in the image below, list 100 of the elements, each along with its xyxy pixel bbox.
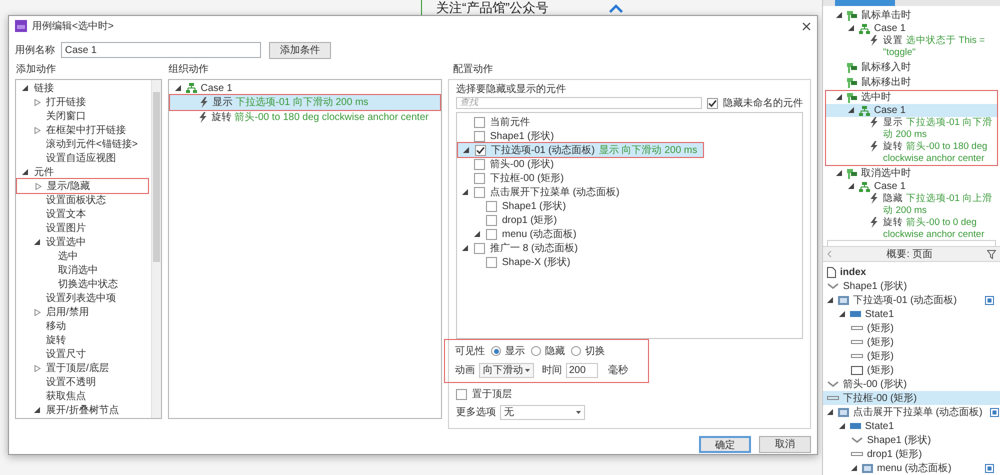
action-item[interactable]: 置于顶层/底层 [16,361,149,375]
action-row[interactable]: 显示 下拉选项-01 向下滑动 200 ms [170,95,440,110]
ok-button[interactable]: 确定 [699,436,751,453]
action-item[interactable]: 设置选中 [16,235,149,249]
add-condition-button[interactable]: 添加条件 [269,42,331,58]
widget-item[interactable]: 箭头-00 (形状) [457,157,802,171]
scrollbar-thumb[interactable] [152,92,160,262]
search-field[interactable]: 查找 [456,97,702,109]
outline-item[interactable]: (矩形) [823,321,1000,335]
action-item[interactable]: 展开/折叠树节点 [16,403,149,417]
checkbox[interactable] [475,144,486,156]
time-field[interactable]: 200 [566,362,598,378]
action-item[interactable]: 设置自适应视图 [16,151,149,165]
radio-button[interactable] [531,346,541,356]
checkbox[interactable] [474,116,485,128]
action-item[interactable]: 取消选中 [16,263,149,277]
outline-item[interactable]: State1 [823,419,1000,433]
action-item[interactable]: 关闭窗口 [16,109,149,123]
close-icon[interactable] [802,22,811,30]
widget-item[interactable]: 推广一 8 (动态面板) [457,241,802,255]
event-item[interactable]: 选中时 [826,91,997,104]
expanded-triangle-icon[interactable] [22,168,29,176]
case-item[interactable]: Case 1 [826,22,997,35]
expanded-triangle-icon[interactable] [836,94,843,101]
expanded-triangle-icon[interactable] [851,464,858,472]
outline-item[interactable]: 下拉选项-01 (动态面板) [823,293,1000,307]
expanded-triangle-icon[interactable] [463,146,470,154]
checkbox[interactable] [486,214,497,226]
outline-item[interactable]: index [823,265,1000,279]
widget-item[interactable]: drop1 (矩形) [457,213,802,227]
action-item[interactable]: 设置图片 [16,221,149,235]
scrollbar[interactable] [150,80,161,418]
outline-item[interactable]: 下拉框-00 (矩形) [823,391,1000,405]
action-item[interactable]: 链接 [16,81,149,95]
expanded-triangle-icon[interactable] [462,188,469,196]
cancel-button[interactable]: 取消 [759,436,811,453]
action-item[interactable]: 切换选中状态 [16,277,149,291]
checkbox[interactable] [474,172,485,184]
case-name-field[interactable]: Case 1 [61,42,261,58]
widget-item[interactable]: 当前元件 [457,115,802,129]
expanded-triangle-icon[interactable] [848,107,855,114]
action-item[interactable]: 获取焦点 [16,389,149,403]
outline-item[interactable]: drop1 (矩形) [823,447,1000,461]
animation-dropdown[interactable]: 向下滑动 [479,362,534,378]
expanded-triangle-icon[interactable] [34,238,41,246]
expanded-triangle-icon[interactable] [839,310,846,318]
radio-button[interactable] [491,346,501,356]
action-item[interactable]: 启用/禁用 [16,305,149,319]
outline-item[interactable]: (矩形) [823,363,1000,377]
action-item[interactable]: 设置尺寸 [16,347,149,361]
expanded-triangle-icon[interactable] [827,296,834,304]
outline-item[interactable]: (矩形) [823,335,1000,349]
action-item[interactable]: 设置文本 [16,207,149,221]
action-item[interactable]: 元件 [16,165,149,179]
event-item[interactable]: 鼠标移出时 [826,76,997,89]
expanded-triangle-icon[interactable] [836,170,843,177]
action-item[interactable]: 移动 [16,319,149,333]
case-item[interactable]: Case 1 [826,104,997,117]
action-item[interactable]: 设置列表选中项 [16,291,149,305]
checkbox[interactable] [474,242,485,254]
expanded-triangle-icon[interactable] [827,408,834,416]
more-options-dropdown[interactable]: 无 [500,405,585,420]
collapsed-triangle-icon[interactable] [35,182,42,190]
outline-item[interactable]: State1 [823,307,1000,321]
checkbox[interactable] [474,186,485,198]
outline-item[interactable]: 点击展开下拉菜单 (动态面板) [823,405,1000,419]
outline-item[interactable]: 箭头-00 (形状) [823,377,1000,391]
expanded-triangle-icon[interactable] [836,12,843,19]
collapsed-triangle-icon[interactable] [34,364,41,372]
case-item[interactable]: Case 1 [168,81,441,95]
checkbox[interactable] [474,158,485,170]
checkbox[interactable] [486,200,497,212]
checkbox[interactable] [456,388,467,400]
outline-item[interactable]: (矩形) [823,349,1000,363]
collapsed-triangle-icon[interactable] [34,126,41,134]
action-item[interactable]: 设置不透明 [16,375,149,389]
expanded-triangle-icon[interactable] [848,183,855,190]
expanded-triangle-icon[interactable] [22,84,29,92]
expanded-triangle-icon[interactable] [474,230,481,238]
collapsed-triangle-icon[interactable] [34,98,41,106]
expanded-triangle-icon[interactable] [174,84,182,92]
widget-item[interactable]: Shape1 (形状) [457,199,802,213]
outline-item[interactable]: Shape1 (形状) [823,279,1000,293]
widget-item[interactable]: Shape1 (形状) [457,129,802,143]
widget-item[interactable]: 点击展开下拉菜单 (动态面板) [457,185,802,199]
action-item[interactable]: 滚动到元件<锚链接> [16,137,149,151]
action-row[interactable]: 旋转 箭头-00 to 180 deg clockwise anchor center [168,110,441,125]
checkbox[interactable] [707,98,718,108]
event-item[interactable]: 鼠标移入时 [826,61,997,74]
action-item[interactable]: 显示/隐藏 [17,179,148,193]
widget-item[interactable]: 下拉框-00 (矩形) [457,171,802,185]
outline-item[interactable]: menu (动态面板) [823,461,1000,475]
widget-item[interactable]: Shape-X (形状) [457,255,802,269]
checkbox[interactable] [486,256,497,268]
action-item[interactable]: 在框架中打开链接 [16,123,149,137]
checkbox[interactable] [474,130,485,142]
radio-button[interactable] [571,346,581,356]
filter-icon[interactable] [987,250,996,258]
widget-item[interactable]: 下拉选项-01 (动态面板) 显示 向下滑动 200 ms [458,143,704,157]
expanded-triangle-icon[interactable] [848,25,855,32]
